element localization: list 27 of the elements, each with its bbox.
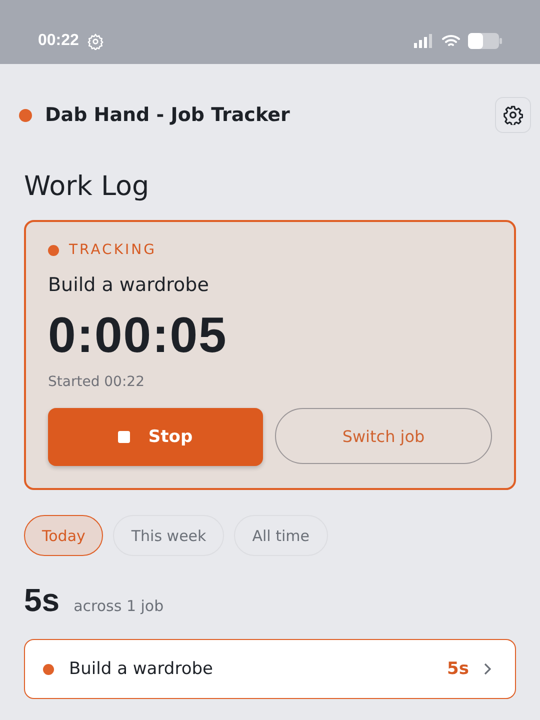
- filter-chip[interactable]: Today: [24, 515, 104, 556]
- settings-button[interactable]: [495, 97, 531, 133]
- tracking-label: TRACKING: [69, 242, 156, 258]
- job-duration: 5s: [447, 659, 469, 679]
- stop-button[interactable]: Stop: [48, 408, 263, 466]
- settings-icon: [503, 105, 523, 125]
- wifi-icon: [442, 34, 460, 48]
- total-time: 5s: [24, 582, 60, 619]
- job-row[interactable]: Build a wardrobe 5s: [24, 639, 516, 699]
- job-count: across 1 job: [74, 597, 164, 615]
- job-name: Build a wardrobe: [48, 274, 210, 296]
- signal-icon: [414, 34, 434, 48]
- switch-job-button[interactable]: Switch job: [275, 408, 492, 464]
- stop-icon: [118, 431, 130, 443]
- job-name: Build a wardrobe: [69, 659, 214, 679]
- filter-chip[interactable]: All time: [234, 515, 328, 556]
- app-title: Dab Hand - Job Tracker: [45, 104, 291, 126]
- chevron-right-icon: [483, 663, 491, 675]
- status-dot: [19, 108, 32, 122]
- battery-icon: [468, 33, 502, 49]
- status-time: 00:22: [38, 32, 79, 50]
- start-time: Started 00:22: [48, 374, 146, 390]
- filter-chip[interactable]: This week: [113, 515, 224, 556]
- tracking-dot: [48, 244, 59, 256]
- gear-icon: [86, 32, 104, 50]
- page-title: Work Log: [24, 171, 150, 202]
- elapsed-timer: 0:00:05: [48, 306, 228, 364]
